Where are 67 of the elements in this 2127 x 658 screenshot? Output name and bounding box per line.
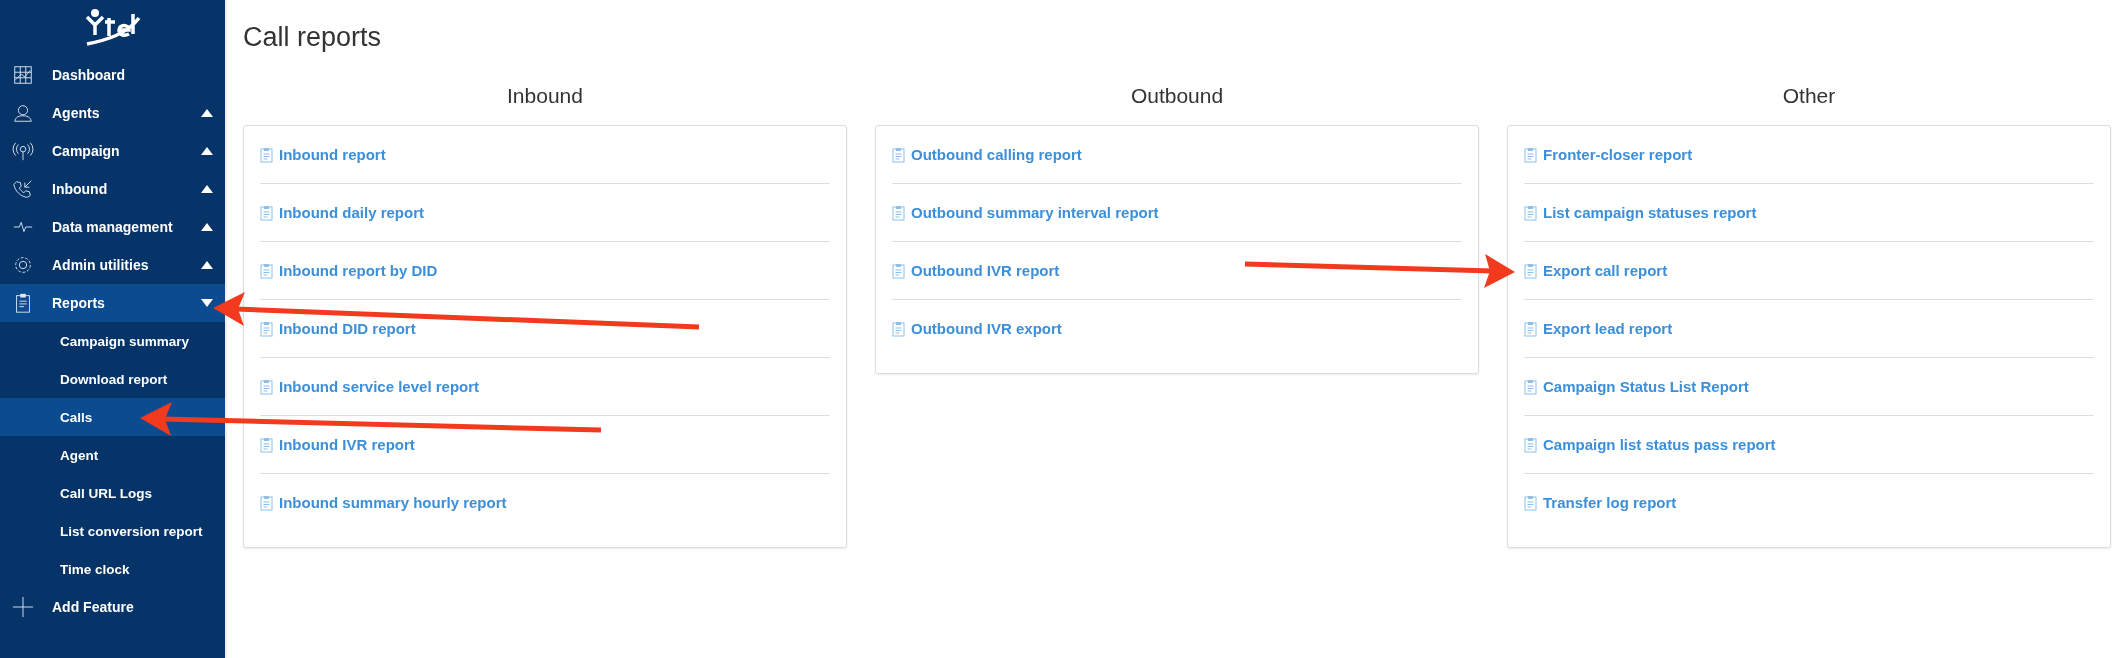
sidebar-subitem[interactable]: Time clock — [0, 550, 225, 588]
clipboard-icon — [260, 262, 273, 279]
antenna-icon — [12, 140, 34, 162]
report-link[interactable]: Outbound IVR report — [892, 262, 1060, 279]
clipboard-icon — [892, 146, 905, 163]
report-link[interactable]: Outbound calling report — [892, 146, 1082, 163]
clipboard-icon — [1524, 436, 1537, 453]
clipboard-icon — [1524, 146, 1537, 163]
clipboard-icon — [1524, 262, 1537, 279]
report-link[interactable]: List campaign statuses report — [1524, 204, 1757, 221]
sidebar-subitem[interactable]: Download report — [0, 360, 225, 398]
chart-icon — [12, 64, 34, 86]
clipboard-icon — [260, 204, 273, 221]
gear-icon — [12, 254, 34, 276]
caret-icon — [201, 261, 213, 269]
report-link[interactable]: Export lead report — [1524, 320, 1673, 337]
caret-icon — [201, 109, 213, 117]
clipboard-icon — [892, 204, 905, 221]
section-heading: Other — [1781, 84, 1837, 108]
sidebar-item[interactable]: Campaign — [0, 132, 225, 170]
caret-icon — [201, 299, 213, 307]
clipboard-icon — [260, 378, 273, 395]
sidebar-item[interactable]: Inbound — [0, 170, 225, 208]
report-link[interactable]: Transfer log report — [1524, 494, 1677, 511]
clipboard-icon — [1524, 494, 1537, 511]
report-link[interactable]: Inbound summary hourly report — [260, 494, 507, 511]
add-feature-item[interactable]: Add Feature — [0, 588, 225, 626]
report-link[interactable]: Inbound IVR report — [260, 436, 415, 453]
sidebar-subitem[interactable]: Agent — [0, 436, 225, 474]
caret-icon — [201, 147, 213, 155]
section-heading: Inbound — [506, 84, 584, 108]
report-link[interactable]: Export call report — [1524, 262, 1668, 279]
report-link[interactable]: Inbound service level report — [260, 378, 480, 395]
sidebar-subitem[interactable]: Campaign summary — [0, 322, 225, 360]
report-link[interactable]: Fronter-closer report — [1524, 146, 1693, 163]
sidebar-subitem[interactable]: Call URL Logs — [0, 474, 225, 512]
clipboard-icon — [260, 146, 273, 163]
caret-icon — [201, 185, 213, 193]
sidebar-item[interactable]: Admin utilities — [0, 246, 225, 284]
headset-icon — [12, 102, 34, 124]
report-link[interactable]: Outbound summary interval report — [892, 204, 1159, 221]
report-link[interactable]: Inbound daily report — [260, 204, 424, 221]
clipboard-icon — [1524, 320, 1537, 337]
report-link[interactable]: Inbound report by DID — [260, 262, 438, 279]
clipboard-icon — [892, 262, 905, 279]
report-link[interactable]: Inbound DID report — [260, 320, 416, 337]
sidebar-item[interactable]: Dashboard — [0, 56, 225, 94]
report-link[interactable]: Outbound IVR export — [892, 320, 1062, 337]
clipboard-icon — [260, 436, 273, 453]
clipboard-icon — [892, 320, 905, 337]
phone-icon — [12, 178, 34, 200]
report-link[interactable]: Inbound report — [260, 146, 386, 163]
clipboard-icon — [1524, 204, 1537, 221]
section-heading: Outbound — [1129, 84, 1225, 108]
sidebar-subitem[interactable]: List conversion report — [0, 512, 225, 550]
clipboard-icon — [1524, 378, 1537, 395]
sidebar-item[interactable]: Reports — [0, 284, 225, 322]
clipboard-icon — [260, 320, 273, 337]
report-link[interactable]: Campaign list status pass report — [1524, 436, 1776, 453]
plus-icon — [12, 596, 34, 618]
report-link[interactable]: Campaign Status List Report — [1524, 378, 1749, 395]
page-title: Call reports — [243, 22, 383, 53]
caret-icon — [201, 223, 213, 231]
sidebar-item[interactable]: Agents — [0, 94, 225, 132]
sidebar-subitem[interactable]: Calls — [0, 398, 225, 436]
clipboard-icon — [260, 494, 273, 511]
sidebar-item[interactable]: Data management — [0, 208, 225, 246]
